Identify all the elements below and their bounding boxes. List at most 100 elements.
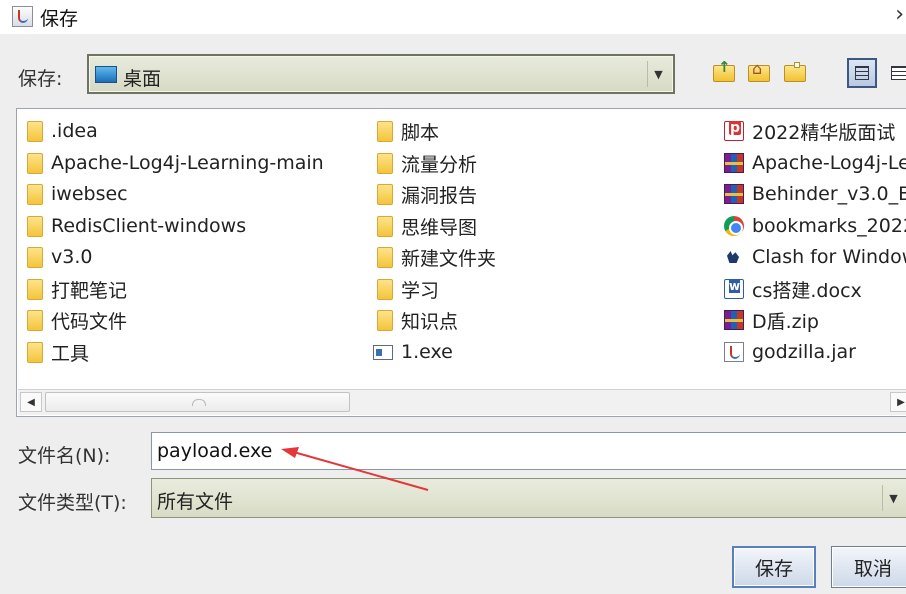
folder-icon: [27, 278, 43, 300]
clash-app-icon: [724, 247, 744, 267]
list-item[interactable]: D盾.zip: [724, 306, 819, 334]
file-name: 1.exe: [401, 341, 453, 363]
list-item[interactable]: 工具: [25, 338, 89, 366]
file-name: v3.0: [51, 246, 93, 268]
list-item[interactable]: 打靶笔记: [25, 275, 127, 303]
cancel-button[interactable]: 取消: [831, 546, 906, 588]
java-app-icon: [12, 6, 33, 27]
save-in-value: 桌面: [123, 68, 162, 90]
rar-archive-icon: [724, 184, 744, 204]
folder-icon: [27, 309, 43, 331]
new-folder-button[interactable]: [782, 60, 808, 86]
list-item[interactable]: 思维导图: [375, 212, 477, 240]
file-name: Apache-Log4j-Le: [752, 152, 906, 174]
list-item[interactable]: 漏洞报告: [375, 180, 477, 208]
folder-icon: [377, 278, 393, 300]
folder-icon: [27, 246, 43, 268]
folder-icon: [27, 152, 43, 174]
folder-icon: [377, 309, 393, 331]
scroll-left-icon[interactable]: ◀: [20, 392, 42, 412]
file-name: 学习: [401, 279, 440, 302]
java-jar-icon: [724, 342, 744, 362]
list-item[interactable]: 2022精华版面试: [724, 117, 895, 145]
close-chevron-icon[interactable]: ›: [895, 2, 904, 27]
list-item[interactable]: .idea: [25, 117, 98, 145]
list-item[interactable]: bookmarks_2022: [724, 212, 906, 240]
list-item[interactable]: Behinder_v3.0_B: [724, 180, 906, 208]
new-folder-icon: [784, 61, 806, 82]
dropdown-arrow-icon[interactable]: ▼: [647, 61, 669, 87]
list-item[interactable]: 脚本: [375, 117, 439, 145]
list-item[interactable]: godzilla.jar: [724, 338, 856, 366]
filetype-dropdown[interactable]: 所有文件 ▼: [151, 478, 906, 518]
list-item[interactable]: Apache-Log4j-Learning-main: [25, 149, 324, 177]
list-item[interactable]: 流量分析: [375, 149, 477, 177]
filetype-value: 所有文件: [157, 491, 234, 513]
file-name: iwebsec: [51, 183, 128, 205]
list-item[interactable]: v3.0: [25, 243, 92, 271]
list-item[interactable]: 1.exe: [373, 338, 453, 366]
scroll-right-icon[interactable]: ▶: [890, 392, 906, 412]
file-name: Behinder_v3.0_B: [752, 183, 906, 205]
list-item[interactable]: iwebsec: [25, 180, 128, 208]
details-view-button[interactable]: [884, 58, 906, 88]
home-button[interactable]: [746, 59, 772, 86]
filename-label: 文件名(N):: [18, 445, 111, 467]
file-name: Apache-Log4j-Learning-main: [51, 152, 324, 174]
file-name: 打靶笔记: [51, 279, 128, 302]
file-name: .idea: [51, 120, 98, 142]
folder-icon: [27, 120, 43, 142]
folder-icon: [377, 246, 393, 268]
file-name: 工具: [51, 342, 90, 365]
list-item[interactable]: RedisClient-windows: [25, 212, 246, 240]
file-name: 脚本: [401, 121, 440, 144]
file-name: cs搭建.docx: [752, 279, 862, 302]
folder-icon: [377, 215, 393, 237]
folder-icon: [377, 152, 393, 174]
rar-archive-icon: [724, 153, 744, 173]
list-item[interactable]: 新建文件夹: [375, 243, 496, 271]
pdf-file-icon: [724, 121, 744, 141]
folder-icon: [377, 120, 393, 142]
file-name: 流量分析: [401, 153, 478, 176]
horizontal-scrollbar[interactable]: ◀ ▶: [18, 389, 906, 415]
file-list[interactable]: .idea Apache-Log4j-Learning-main iwebsec…: [16, 108, 906, 417]
save-in-label: 保存:: [18, 68, 63, 90]
folder-icon: [27, 341, 43, 363]
exe-file-icon: [373, 344, 393, 360]
desktop-icon: [95, 66, 117, 83]
file-name: RedisClient-windows: [51, 215, 247, 237]
details-view-icon: [891, 66, 906, 80]
filename-input[interactable]: [151, 432, 906, 470]
file-name: 思维导图: [401, 216, 478, 239]
file-name: 2022精华版面试: [752, 121, 896, 144]
save-in-dropdown[interactable]: 桌面 ▼: [87, 54, 675, 94]
list-item[interactable]: Clash for Window: [724, 243, 906, 271]
up-folder-icon: [713, 58, 735, 82]
list-item[interactable]: 代码文件: [25, 306, 127, 334]
folder-icon: [377, 183, 393, 205]
file-name: D盾.zip: [752, 310, 819, 333]
list-item[interactable]: 知识点: [375, 306, 458, 334]
list-view-button[interactable]: [847, 58, 877, 88]
file-name: 漏洞报告: [401, 184, 478, 207]
dropdown-arrow-icon[interactable]: ▼: [882, 485, 904, 511]
rar-archive-icon: [724, 310, 744, 330]
window-title: 保存: [40, 8, 79, 30]
file-name: 代码文件: [51, 310, 128, 333]
title-bar: 保存 ›: [0, 0, 906, 34]
word-document-icon: [724, 279, 744, 299]
filetype-label: 文件类型(T):: [18, 492, 127, 514]
list-item[interactable]: Apache-Log4j-Le: [724, 149, 906, 177]
list-view-icon: [855, 66, 869, 80]
file-name: 知识点: [401, 310, 459, 333]
save-button[interactable]: 保存: [732, 546, 816, 588]
list-item[interactable]: 学习: [375, 275, 439, 303]
up-folder-button[interactable]: [711, 58, 737, 86]
file-name: 新建文件夹: [401, 247, 497, 270]
list-item[interactable]: cs搭建.docx: [724, 275, 862, 303]
home-folder-icon: [748, 59, 770, 82]
file-name: godzilla.jar: [752, 341, 856, 363]
scrollbar-thumb[interactable]: [45, 392, 350, 412]
file-name: bookmarks_2022: [752, 215, 906, 237]
